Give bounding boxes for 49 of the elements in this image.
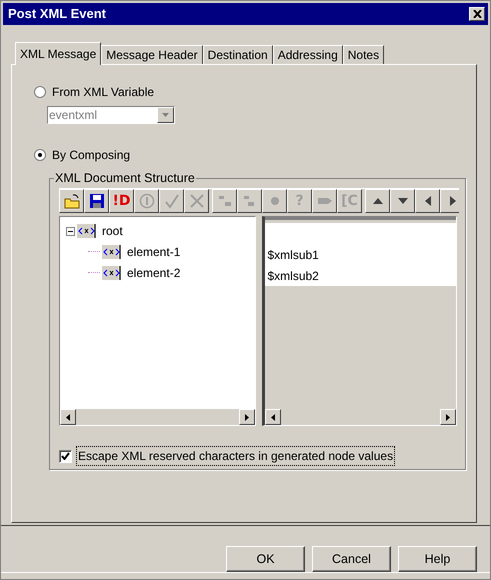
node-value: $xmlsub2 [267,268,319,284]
element-icon [102,244,122,258]
tab[interactable]: XML Message [15,42,102,65]
close-button[interactable] [469,7,485,21]
tab[interactable]: Destination [202,45,273,64]
toolbar-button[interactable] [415,189,440,213]
toolbar-button[interactable] [440,189,459,213]
scroll-left-button[interactable] [265,409,282,425]
info-icon [138,193,154,209]
folder-icon [64,193,80,209]
checkbox[interactable] [59,450,72,462]
tab[interactable]: Message Header [101,45,203,64]
tree-connector [88,272,100,273]
indent-icon [216,193,232,209]
radio-button[interactable] [34,149,46,161]
tree-connector [88,251,100,252]
toolbar-button[interactable] [365,189,390,213]
scroll-right-button[interactable] [239,409,256,425]
radio-label: By Composing [52,147,130,164]
toolbar-button[interactable] [390,189,415,213]
scroll-left-button[interactable] [60,409,76,425]
checkbox-label: Escape XML reserved characters in generated node values [76,446,396,466]
toolbar-button[interactable] [84,189,109,213]
left-arrow-icon [66,414,70,420]
right-arrow-icon [245,414,250,420]
radio-button[interactable] [34,86,46,98]
tab[interactable]: Notes [342,45,384,64]
caret-icon [162,113,169,117]
floppy-icon [88,193,104,209]
toolbar-button[interactable] [59,189,84,213]
dialog-button[interactable]: OK [226,546,305,572]
tree-node-label[interactable]: element-2 [125,264,182,282]
group-title: XML Document Structure [54,171,196,185]
close-icon [472,10,482,18]
tab[interactable]: Addressing [272,45,343,64]
tree-node-label[interactable]: root [100,222,125,240]
left-arrow-icon [271,414,276,420]
dialog-button[interactable]: Help [398,546,477,572]
check-icon [164,193,180,209]
scroll-right-button[interactable] [440,409,456,425]
element-icon [102,266,122,280]
node-value: $xmlsub1 [267,246,319,264]
radio-label: From XML Variable [52,84,154,101]
delete-icon [188,193,204,209]
tree-node-label[interactable]: element-1 [125,242,182,260]
dialog-button[interactable]: Cancel [312,546,391,572]
element-icon [77,224,97,238]
window-title: Post XML Event [8,5,106,24]
right-arrow-icon [446,414,450,420]
